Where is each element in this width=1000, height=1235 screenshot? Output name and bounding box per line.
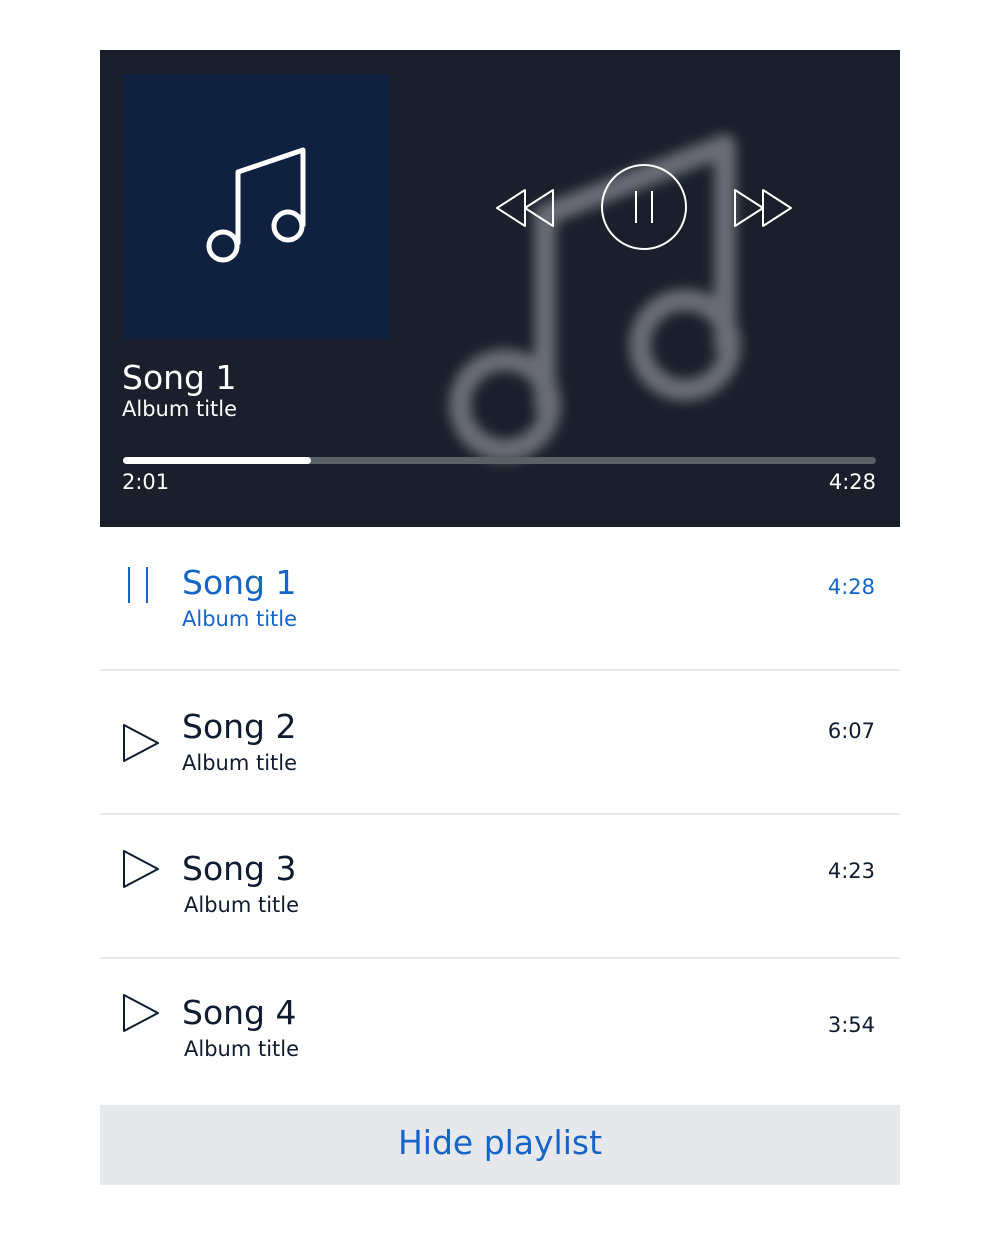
playlist-item[interactable]: Song 4 Album title 3:54 bbox=[100, 959, 900, 1103]
player-panel: Song 1 Album title 2:01 4:28 bbox=[100, 50, 900, 527]
playlist-item[interactable]: Song 1 Album title 4:28 bbox=[100, 527, 900, 671]
total-time: 4:28 bbox=[828, 470, 876, 494]
rewind-icon[interactable] bbox=[495, 188, 555, 228]
album-art bbox=[123, 74, 389, 340]
song-title: Song 2 bbox=[182, 707, 297, 746]
song-title: Song 3 bbox=[182, 849, 297, 888]
song-album: Album title bbox=[182, 751, 298, 775]
fast-forward-icon[interactable] bbox=[733, 188, 793, 228]
song-title: Song 1 bbox=[182, 563, 297, 602]
play-icon[interactable] bbox=[122, 849, 162, 889]
song-album: Album title bbox=[184, 1037, 300, 1061]
playlist-item[interactable]: Song 2 Album title 6:07 bbox=[100, 671, 900, 815]
playlist-item[interactable]: Song 3 Album title 4:23 bbox=[100, 815, 900, 959]
play-icon[interactable] bbox=[122, 993, 162, 1033]
pause-button[interactable] bbox=[600, 163, 688, 251]
song-duration: 4:28 bbox=[827, 575, 875, 599]
song-album: Album title bbox=[184, 893, 300, 917]
pause-icon bbox=[635, 191, 653, 223]
song-duration: 4:23 bbox=[827, 859, 875, 883]
elapsed-time: 2:01 bbox=[122, 470, 170, 494]
now-playing-title: Song 1 bbox=[122, 358, 237, 397]
progress-bar[interactable] bbox=[123, 457, 876, 464]
playback-controls bbox=[490, 162, 800, 252]
playlist: Song 1 Album title 4:28 Song 2 Album tit… bbox=[100, 527, 900, 1103]
song-title: Song 4 bbox=[182, 993, 297, 1032]
progress-bar-fill bbox=[123, 457, 312, 464]
hide-playlist-button[interactable]: Hide playlist bbox=[100, 1105, 900, 1185]
song-duration: 3:54 bbox=[827, 1013, 875, 1037]
play-icon[interactable] bbox=[122, 723, 162, 763]
song-duration: 6:07 bbox=[827, 719, 875, 743]
song-album: Album title bbox=[182, 607, 298, 631]
pause-icon[interactable] bbox=[122, 565, 162, 605]
now-playing-album: Album title bbox=[122, 397, 238, 421]
music-note-icon bbox=[206, 147, 306, 263]
